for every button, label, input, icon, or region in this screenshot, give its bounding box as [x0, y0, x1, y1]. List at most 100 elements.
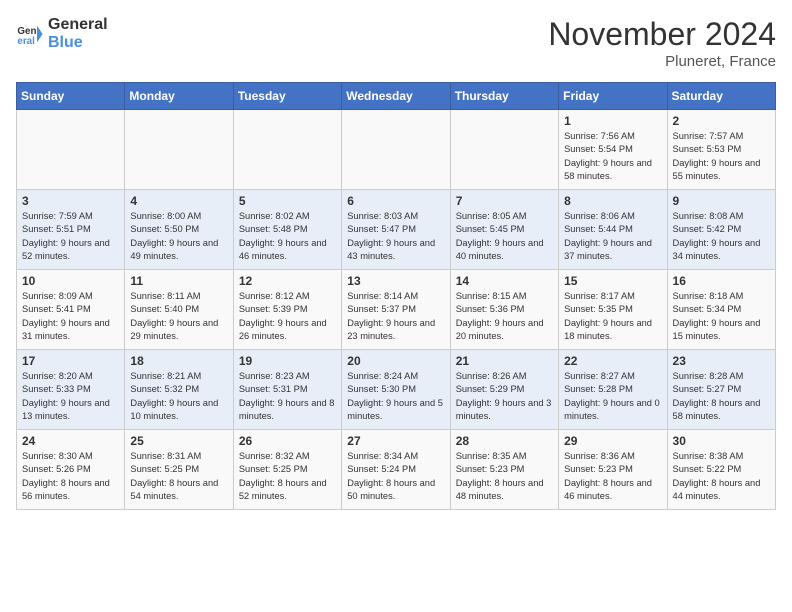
calendar-cell [342, 110, 450, 190]
day-number: 23 [673, 354, 770, 368]
day-info: Sunrise: 8:34 AMSunset: 5:24 PMDaylight:… [347, 450, 444, 504]
day-number: 14 [456, 274, 553, 288]
calendar-cell: 6Sunrise: 8:03 AMSunset: 5:47 PMDaylight… [342, 190, 450, 270]
day-number: 27 [347, 434, 444, 448]
month-title: November 2024 [548, 16, 776, 53]
calendar-cell: 13 Sunrise: 8:14 AMSunset: 5:37 PMDayligh… [342, 270, 450, 350]
page-header: Gen eral General Blue November 2024 Plun… [16, 16, 776, 70]
calendar-table: SundayMondayTuesdayWednesdayThursdayFrid… [16, 82, 776, 510]
day-info: Sunrise: 8:28 AMSunset: 5:27 PMDaylight:… [673, 370, 770, 424]
day-number: 13 [347, 274, 444, 288]
day-info: Sunrise: 8:30 AMSunset: 5:26 PMDaylight:… [22, 450, 119, 504]
calendar-week-row: 24 Sunrise: 8:30 AMSunset: 5:26 PMDayligh… [17, 430, 776, 510]
weekday-header: Wednesday [342, 83, 450, 110]
day-info: Sunrise: 8:21 AMSunset: 5:32 PMDaylight:… [130, 370, 227, 424]
day-info: Sunrise: 8:32 AMSunset: 5:25 PMDaylight:… [239, 450, 336, 504]
day-number: 17 [22, 354, 119, 368]
calendar-cell: 7Sunrise: 8:05 AMSunset: 5:45 PMDaylight… [450, 190, 558, 270]
day-number: 11 [130, 274, 227, 288]
day-number: 18 [130, 354, 227, 368]
calendar-cell [450, 110, 558, 190]
day-number: 1 [564, 114, 661, 128]
calendar-cell: 20 Sunrise: 8:24 AMSunset: 5:30 PMDayligh… [342, 350, 450, 430]
calendar-cell: 15Sunrise: 8:17 AMSunset: 5:35 PMDayligh… [559, 270, 667, 350]
calendar-cell: 21 Sunrise: 8:26 AMSunset: 5:29 PMDayligh… [450, 350, 558, 430]
calendar-cell: 18 Sunrise: 8:21 AMSunset: 5:32 PMDayligh… [125, 350, 233, 430]
calendar-week-row: 10 Sunrise: 8:09 AMSunset: 5:41 PMDayligh… [17, 270, 776, 350]
day-number: 10 [22, 274, 119, 288]
day-info: Sunrise: 8:27 AMSunset: 5:28 PMDaylight:… [564, 370, 661, 424]
calendar-cell: 5 Sunrise: 8:02 AMSunset: 5:48 PMDaylight… [233, 190, 341, 270]
day-number: 25 [130, 434, 227, 448]
day-info: Sunrise: 8:00 AMSunset: 5:50 PMDaylight:… [130, 210, 227, 264]
day-number: 15 [564, 274, 661, 288]
day-number: 30 [673, 434, 770, 448]
calendar-cell: 24 Sunrise: 8:30 AMSunset: 5:26 PMDayligh… [17, 430, 125, 510]
day-number: 4 [130, 194, 227, 208]
weekday-header: Sunday [17, 83, 125, 110]
day-info: Sunrise: 8:23 AMSunset: 5:31 PMDaylight:… [239, 370, 336, 424]
day-info: Sunrise: 8:02 AMSunset: 5:48 PMDaylight:… [239, 210, 336, 264]
calendar-week-row: 17 Sunrise: 8:20 AMSunset: 5:33 PMDayligh… [17, 350, 776, 430]
day-info: Sunrise: 8:36 AMSunset: 5:23 PMDaylight:… [564, 450, 661, 504]
calendar-cell [233, 110, 341, 190]
day-info: Sunrise: 7:57 AMSunset: 5:53 PMDaylight:… [673, 130, 770, 184]
day-number: 22 [564, 354, 661, 368]
logo-icon: Gen eral [16, 20, 44, 48]
day-info: Sunrise: 8:14 AMSunset: 5:37 PMDaylight:… [347, 290, 444, 344]
calendar-cell: 23 Sunrise: 8:28 AMSunset: 5:27 PMDayligh… [667, 350, 775, 430]
calendar-week-row: 3 Sunrise: 7:59 AMSunset: 5:51 PMDaylight… [17, 190, 776, 270]
day-number: 9 [673, 194, 770, 208]
calendar-cell [17, 110, 125, 190]
calendar-cell: 27 Sunrise: 8:34 AMSunset: 5:24 PMDayligh… [342, 430, 450, 510]
day-info: Sunrise: 8:24 AMSunset: 5:30 PMDaylight:… [347, 370, 444, 424]
day-info: Sunrise: 8:09 AMSunset: 5:41 PMDaylight:… [22, 290, 119, 344]
day-number: 2 [673, 114, 770, 128]
weekday-header: Saturday [667, 83, 775, 110]
calendar-cell: 10 Sunrise: 8:09 AMSunset: 5:41 PMDayligh… [17, 270, 125, 350]
day-info: Sunrise: 8:11 AMSunset: 5:40 PMDaylight:… [130, 290, 227, 344]
calendar-cell: 29 Sunrise: 8:36 AMSunset: 5:23 PMDayligh… [559, 430, 667, 510]
calendar-cell: 25Sunrise: 8:31 AMSunset: 5:25 PMDayligh… [125, 430, 233, 510]
day-number: 21 [456, 354, 553, 368]
calendar-cell: 3 Sunrise: 7:59 AMSunset: 5:51 PMDaylight… [17, 190, 125, 270]
day-info: Sunrise: 8:06 AMSunset: 5:44 PMDaylight:… [564, 210, 661, 264]
calendar-cell: 16 Sunrise: 8:18 AMSunset: 5:34 PMDayligh… [667, 270, 775, 350]
day-number: 28 [456, 434, 553, 448]
day-info: Sunrise: 8:35 AMSunset: 5:23 PMDaylight:… [456, 450, 553, 504]
weekday-header: Friday [559, 83, 667, 110]
weekday-header: Tuesday [233, 83, 341, 110]
calendar-week-row: 1Sunrise: 7:56 AMSunset: 5:54 PMDaylight… [17, 110, 776, 190]
day-info: Sunrise: 8:20 AMSunset: 5:33 PMDaylight:… [22, 370, 119, 424]
calendar-cell: 19 Sunrise: 8:23 AMSunset: 5:31 PMDayligh… [233, 350, 341, 430]
day-info: Sunrise: 8:15 AMSunset: 5:36 PMDaylight:… [456, 290, 553, 344]
calendar-cell: 22 Sunrise: 8:27 AMSunset: 5:28 PMDayligh… [559, 350, 667, 430]
weekday-header: Thursday [450, 83, 558, 110]
day-number: 5 [239, 194, 336, 208]
calendar-header: SundayMondayTuesdayWednesdayThursdayFrid… [17, 83, 776, 110]
day-number: 20 [347, 354, 444, 368]
svg-text:eral: eral [17, 35, 35, 46]
day-number: 29 [564, 434, 661, 448]
calendar-cell: 2 Sunrise: 7:57 AMSunset: 5:53 PMDaylight… [667, 110, 775, 190]
day-number: 3 [22, 194, 119, 208]
logo-text: General Blue [48, 16, 108, 51]
calendar-cell: 12Sunrise: 8:12 AMSunset: 5:39 PMDayligh… [233, 270, 341, 350]
day-number: 16 [673, 274, 770, 288]
day-info: Sunrise: 8:18 AMSunset: 5:34 PMDaylight:… [673, 290, 770, 344]
day-number: 24 [22, 434, 119, 448]
calendar-cell: 11 Sunrise: 8:11 AMSunset: 5:40 PMDayligh… [125, 270, 233, 350]
calendar-cell: 8Sunrise: 8:06 AMSunset: 5:44 PMDaylight… [559, 190, 667, 270]
calendar-cell: 17 Sunrise: 8:20 AMSunset: 5:33 PMDayligh… [17, 350, 125, 430]
calendar-cell: 30 Sunrise: 8:38 AMSunset: 5:22 PMDayligh… [667, 430, 775, 510]
day-info: Sunrise: 8:26 AMSunset: 5:29 PMDaylight:… [456, 370, 553, 424]
calendar-cell: 26 Sunrise: 8:32 AMSunset: 5:25 PMDayligh… [233, 430, 341, 510]
day-number: 19 [239, 354, 336, 368]
day-info: Sunrise: 7:59 AMSunset: 5:51 PMDaylight:… [22, 210, 119, 264]
calendar-cell: 9 Sunrise: 8:08 AMSunset: 5:42 PMDaylight… [667, 190, 775, 270]
day-info: Sunrise: 8:05 AMSunset: 5:45 PMDaylight:… [456, 210, 553, 264]
day-info: Sunrise: 8:08 AMSunset: 5:42 PMDaylight:… [673, 210, 770, 264]
day-info: Sunrise: 8:38 AMSunset: 5:22 PMDaylight:… [673, 450, 770, 504]
weekday-header: Monday [125, 83, 233, 110]
day-number: 26 [239, 434, 336, 448]
